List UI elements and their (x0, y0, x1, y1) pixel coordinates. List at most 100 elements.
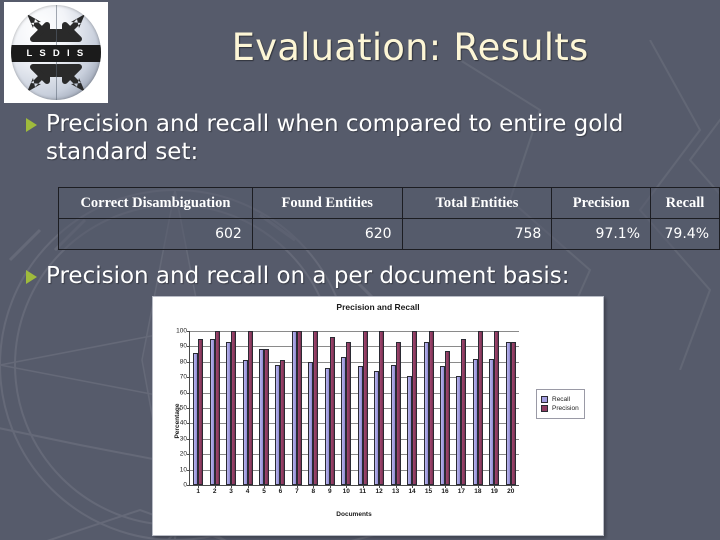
chart-gridline (190, 485, 519, 486)
chart-bar-precision (444, 351, 450, 485)
chart-bar-group: 11 (355, 331, 371, 495)
cell-precision: 97.1% (551, 218, 652, 250)
chart-bar-precision (280, 360, 286, 485)
chart-x-tick-label: 17 (457, 488, 466, 495)
chart-bar-group: 7 (289, 331, 305, 495)
chart-y-tick-label: 10 (179, 466, 187, 474)
bullet-text-1: Precision and recall when compared to en… (46, 111, 624, 166)
legend-item-precision: Precision (541, 405, 579, 412)
table-header-row: Correct Disambiguation Found Entities To… (58, 187, 720, 219)
cell-correct-disambiguation: 602 (58, 218, 253, 250)
chart-x-tick-label: 15 (424, 488, 433, 495)
chart-y-tick-label: 50 (179, 404, 187, 412)
chart-plot-area: 0 10 20 30 40 50 60 70 80 90 100 1 2 3 4 5 6 7 8 9 10 11 12 13 1… (176, 328, 519, 495)
table-header-precision: Precision (551, 187, 652, 219)
chart-bar-group: 13 (387, 331, 403, 495)
legend-swatch-icon (541, 405, 548, 412)
chart-bar-group: 18 (470, 331, 486, 495)
chart-x-tick-label: 18 (474, 488, 482, 495)
chart-x-tick-label: 12 (375, 488, 383, 495)
chart-x-tick-label: 6 (278, 488, 283, 495)
chart-y-tick-label: 90 (179, 342, 187, 350)
chart-bar-precision (494, 331, 500, 485)
chart-bar-precision (247, 331, 253, 485)
logo-oval: L S D I S (11, 5, 101, 100)
chart-legend: Recall Precision (536, 389, 585, 419)
chart-x-tick-label: 7 (295, 488, 299, 495)
chart-bar-precision (379, 331, 385, 485)
chart-bar-group: 3 (223, 331, 239, 495)
chart-bar-precision (461, 338, 467, 485)
page-title: Evaluation: Results (231, 26, 589, 69)
chart-bar-group: 19 (486, 331, 502, 495)
presentation-slide: L S D I S Evaluation: Results Precision … (0, 0, 720, 540)
bullet-text-2: Precision and recall on a per document b… (46, 263, 570, 289)
chart-bar-group: 15 (420, 331, 436, 495)
chart-y-tick-label: 0 (183, 481, 187, 489)
chart-y-tick-label: 40 (179, 419, 187, 427)
table-header-found-entities: Found Entities (251, 187, 403, 219)
chart-bar-precision (510, 341, 516, 485)
chart-bar-precision (346, 341, 352, 485)
chart-x-tick-label: 4 (245, 488, 250, 495)
bullet-item-1: Precision and recall when compared to en… (26, 110, 696, 166)
chart-x-tick-label: 3 (229, 488, 233, 495)
chart-x-tick-label: 9 (328, 488, 332, 495)
chart-y-tick-label: 100 (176, 327, 187, 335)
chart-bar-group: 8 (305, 331, 321, 495)
chart-bar-precision (428, 331, 434, 485)
chart-x-tick-label: 14 (408, 488, 416, 495)
bullet-triangle-icon (26, 118, 37, 132)
chart-bar-precision (296, 331, 302, 485)
cell-total-entities: 758 (401, 218, 553, 250)
chart-x-tick-label: 19 (490, 488, 498, 495)
lsdis-logo: L S D I S (4, 2, 108, 103)
chart-x-axis-title: Documents (336, 511, 372, 518)
table-header-recall: Recall (650, 187, 720, 219)
legend-label: Recall (552, 396, 571, 403)
chart-y-tick-mark (187, 485, 190, 486)
results-table: Correct Disambiguation Found Entities To… (58, 187, 720, 250)
cell-found-entities: 620 (251, 218, 403, 250)
table-header-correct-disambiguation: Correct Disambiguation (58, 187, 253, 219)
logo-band-label: L S D I S (11, 45, 101, 62)
chart-bar-group: 10 (338, 331, 354, 495)
precision-recall-chart: Precision and Recall Percentage 0 10 20 30 4… (152, 296, 604, 536)
chart-y-tick-label: 30 (179, 435, 187, 443)
legend-item-recall: Recall (541, 396, 579, 403)
chart-bar-precision (198, 338, 204, 485)
cell-recall: 79.4% (650, 218, 720, 250)
chart-y-tick-label: 60 (179, 389, 187, 397)
chart-bar-precision (329, 337, 335, 485)
chart-bar-group: 14 (404, 331, 420, 495)
chart-bar-group: 6 (272, 331, 288, 495)
chart-x-tick-label: 1 (196, 488, 201, 495)
chart-bar-precision (395, 341, 401, 485)
chart-bar-precision (231, 331, 237, 485)
chart-x-tick-label: 13 (391, 488, 400, 495)
chart-bar-group: 20 (503, 331, 519, 495)
chart-bar-precision (362, 331, 368, 485)
legend-swatch-icon (541, 396, 548, 403)
chart-x-tick-label: 2 (212, 488, 217, 495)
chart-x-tick-label: 10 (342, 488, 350, 495)
chart-y-tick-label: 80 (179, 358, 187, 366)
chart-bar-group: 1 (190, 331, 206, 495)
table-row: 602 620 758 97.1% 79.4% (58, 218, 720, 250)
chart-bar-precision (477, 331, 483, 485)
chart-bar-precision (214, 331, 220, 485)
bullet-item-2: Precision and recall on a per document b… (26, 262, 696, 290)
chart-bar-group: 2 (206, 331, 222, 495)
chart-y-tick-label: 20 (179, 450, 187, 458)
chart-x-tick-label: 16 (441, 488, 449, 495)
bullet-triangle-icon (26, 270, 37, 284)
chart-x-tick-label: 8 (311, 488, 316, 495)
chart-bar-group: 17 (453, 331, 469, 495)
chart-bar-group: 4 (239, 331, 255, 495)
chart-bar-precision (264, 349, 270, 485)
chart-bar-group: 9 (322, 331, 338, 495)
chart-bar-group: 12 (371, 331, 387, 495)
chart-bar-precision (412, 331, 418, 485)
chart-y-tick-label: 70 (179, 373, 187, 381)
chart-title: Precision and Recall (336, 302, 420, 312)
